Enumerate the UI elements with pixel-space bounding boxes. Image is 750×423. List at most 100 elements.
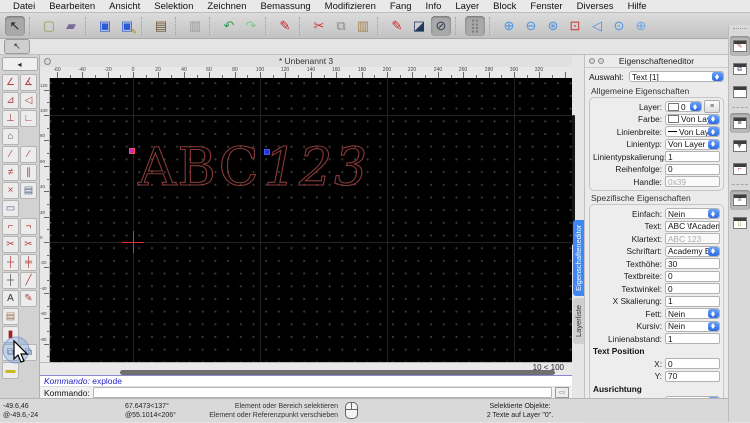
print-preview-button[interactable]: ▥: [185, 16, 205, 36]
zoom-in-button[interactable]: ⊕: [499, 16, 519, 36]
palette-tool-12-1[interactable]: ✎: [20, 289, 37, 307]
palette-back-button[interactable]: ◂: [1, 57, 38, 71]
menu-fenster[interactable]: Fenster: [523, 1, 569, 12]
zoom-previous-button[interactable]: ◁: [587, 16, 607, 36]
cut-button[interactable]: ✂: [309, 16, 329, 36]
palette-tool-8-1[interactable]: ¬: [20, 217, 37, 235]
palette-tool-4-0[interactable]: ∕: [2, 145, 19, 163]
palette-tool-4-1[interactable]: ∕: [20, 145, 37, 163]
menu-info[interactable]: Info: [419, 1, 449, 12]
tab-eigenschafteneditor[interactable]: Eigenschafteneditor: [573, 220, 584, 296]
property-input-linientypskalierung-[interactable]: 1: [665, 151, 720, 162]
palette-tool-9-1[interactable]: ✂: [20, 235, 37, 253]
property-dropdown-layer-[interactable]: 0: [665, 101, 702, 112]
palette-tool-11-0[interactable]: ┼: [2, 271, 19, 289]
palette-tool-6-1[interactable]: ▤: [20, 181, 37, 199]
menu-bemassung[interactable]: Bemassung: [253, 1, 317, 12]
close-icon[interactable]: [44, 57, 51, 65]
grid-toggle-button[interactable]: ⣿: [465, 15, 485, 36]
panel-float-icon[interactable]: [598, 58, 604, 64]
zoom-auto-button[interactable]: ⊛: [543, 16, 563, 36]
property-dropdown-farbe-[interactable]: Von Layer: [665, 113, 720, 125]
cad-text-123[interactable]: 123: [263, 141, 369, 194]
redo-button[interactable]: ↷: [241, 16, 261, 36]
property-editor-window-button[interactable]: ✎: [729, 36, 750, 56]
print-button[interactable]: ▤: [151, 16, 171, 36]
pointer-tool-button[interactable]: ↖: [5, 15, 25, 36]
tab-layerliste[interactable]: Layerliste: [573, 298, 584, 344]
selection-handle[interactable]: [129, 148, 135, 154]
property-dropdown-linienbreite-[interactable]: Von Layer: [665, 126, 720, 137]
zoom-pan-button[interactable]: ⊙: [609, 16, 629, 36]
clipboard-window-button[interactable]: ▯: [730, 213, 750, 233]
filter-window-button[interactable]: ▼: [730, 136, 750, 156]
layer-menu-button[interactable]: ≡: [704, 100, 720, 113]
menu-modifizieren[interactable]: Modifizieren: [318, 1, 383, 12]
palette-tool-9-0[interactable]: ✂: [2, 235, 19, 253]
property-input-y-[interactable]: 70: [665, 370, 720, 382]
paste-button[interactable]: ▥: [353, 16, 373, 36]
palette-tool-3-0[interactable]: ⌂: [2, 127, 19, 145]
palette-tool-5-0[interactable]: ≠: [2, 163, 19, 181]
palette-tool-8-0[interactable]: ⌐: [2, 217, 19, 235]
zoom-out-button[interactable]: ⊖: [521, 16, 541, 36]
property-input-textwinkel-[interactable]: 0: [665, 283, 720, 294]
palette-tool-2-0[interactable]: ⊥: [2, 109, 19, 127]
block-list-window-button[interactable]: [730, 82, 750, 102]
layer-list-window-button[interactable]: ⧉: [730, 59, 750, 79]
property-input-textbreite-[interactable]: 0: [665, 270, 720, 282]
palette-tool-7-0[interactable]: ▭: [2, 199, 19, 217]
command-line-window-button[interactable]: ≡: [729, 190, 750, 210]
selection-dropdown[interactable]: Text [1]: [629, 71, 724, 82]
palette-tool-1-0[interactable]: ⊿: [2, 91, 19, 109]
menu-hilfe[interactable]: Hilfe: [621, 1, 654, 12]
new-file-button[interactable]: ▢: [39, 16, 59, 36]
palette-tool-0-0[interactable]: ∠: [2, 73, 19, 91]
palette-tool-5-1[interactable]: ∥: [20, 163, 37, 181]
pointer-tool-button[interactable]: ↖: [4, 39, 30, 54]
command-options-button[interactable]: ▭: [555, 387, 569, 398]
property-dropdown-linientyp-[interactable]: Von Layer: [665, 138, 720, 150]
menu-zeichnen[interactable]: Zeichnen: [200, 1, 253, 12]
copy-button[interactable]: ⧉: [331, 16, 351, 36]
palette-tool-16-0[interactable]: ▬: [2, 361, 19, 379]
property-input-x-skalierung-[interactable]: 1: [665, 295, 720, 307]
save-button[interactable]: ▣: [95, 16, 115, 36]
palette-tool-10-0[interactable]: ┼: [2, 253, 19, 271]
menu-diverses[interactable]: Diverses: [570, 1, 621, 12]
undo-button[interactable]: ↶: [219, 16, 239, 36]
cad-text-abc[interactable]: ABC: [137, 141, 261, 194]
palette-tool-13-0[interactable]: ▤: [2, 307, 19, 325]
draw-pencil-button[interactable]: ✎: [387, 16, 407, 36]
drawing-canvas[interactable]: ABC 123: [50, 78, 572, 362]
property-dropdown-kursiv-[interactable]: Nein: [665, 320, 720, 332]
zoom-window-button[interactable]: ⊡: [565, 16, 585, 36]
property-input-x-[interactable]: 0: [665, 358, 720, 369]
palette-tool-10-1[interactable]: ╪: [20, 253, 37, 271]
delete-button[interactable]: ✎: [275, 16, 295, 36]
palette-tool-15-0[interactable]: ⧉: [2, 343, 19, 361]
view-list-window-button[interactable]: ≡: [729, 113, 750, 133]
menu-block[interactable]: Block: [486, 1, 523, 12]
palette-tool-12-0[interactable]: A: [2, 289, 19, 307]
palette-tool-15-1[interactable]: ⧉: [20, 343, 37, 361]
property-input-linienabstand-[interactable]: 1: [665, 333, 720, 344]
property-dropdown-fett-[interactable]: Nein: [665, 308, 720, 319]
menu-layer[interactable]: Layer: [448, 1, 486, 12]
property-dropdown-einfach-[interactable]: Nein: [665, 208, 720, 219]
no-fill-button[interactable]: ⊘: [431, 15, 451, 36]
dock-handle[interactable]: [732, 28, 747, 32]
panel-close-icon[interactable]: [589, 58, 595, 64]
palette-tool-1-1[interactable]: ◁: [20, 91, 37, 109]
menu-datei[interactable]: Datei: [6, 1, 42, 12]
property-input-reihenfolge-[interactable]: 0: [665, 163, 720, 175]
menu-bearbeiten[interactable]: Bearbeiten: [42, 1, 102, 12]
palette-tool-14-0[interactable]: ▮: [2, 325, 19, 343]
open-file-button[interactable]: ▰: [61, 16, 81, 36]
property-input-text-[interactable]: ABC \fAcademy Engraved L: [665, 220, 720, 232]
menu-selektion[interactable]: Selektion: [147, 1, 200, 12]
selection-handle[interactable]: [264, 149, 270, 155]
save-as-button[interactable]: ▣ ✎: [117, 16, 137, 36]
menu-fang[interactable]: Fang: [383, 1, 419, 12]
reference-window-button[interactable]: ⌐: [730, 159, 750, 179]
